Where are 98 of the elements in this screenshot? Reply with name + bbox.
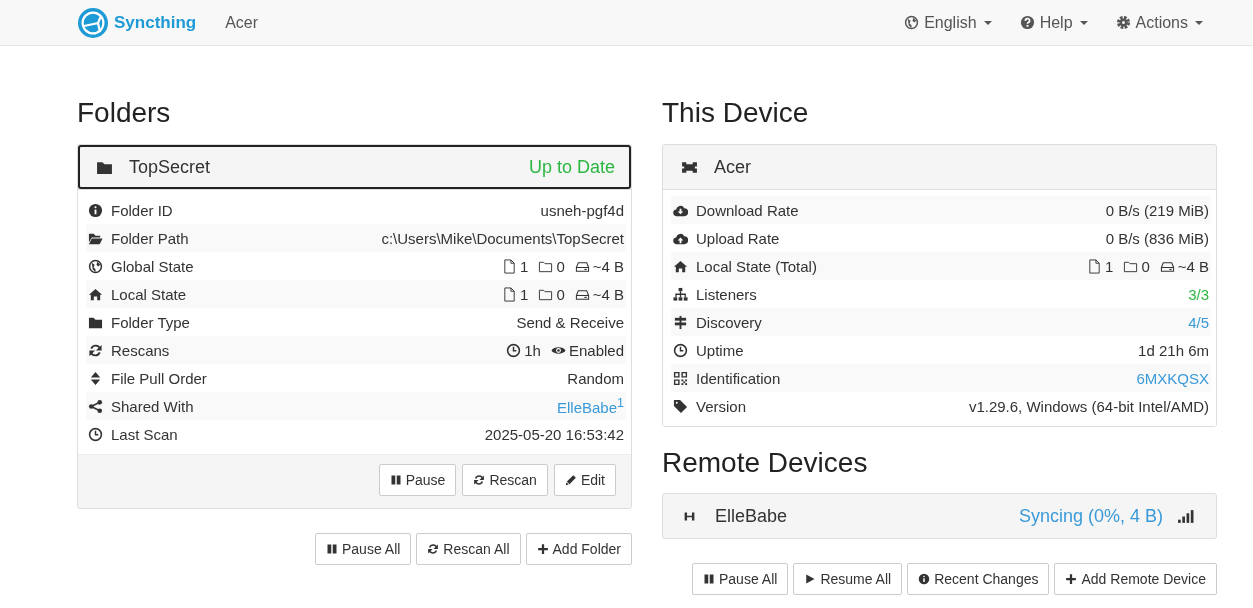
signal-icon: [1177, 507, 1194, 525]
devices-action-button[interactable]: Recent Changes: [907, 563, 1050, 595]
remote-device-panel[interactable]: ElleBabe Syncing (0%, 4 B): [662, 493, 1217, 539]
file-icon: [1087, 258, 1103, 274]
clock-icon: [88, 426, 103, 442]
globe-icon: [88, 258, 103, 274]
pencil-icon: [564, 474, 577, 486]
row-label: File Pull Order: [111, 369, 208, 387]
section-heading: Remote Devices: [662, 446, 869, 480]
row-value: c:\Users\Mike\Documents\TopSecret: [381, 229, 624, 247]
refresh-icon: [427, 543, 440, 555]
file-count: 1: [520, 257, 529, 275]
folder-action-button[interactable]: Pause: [378, 464, 457, 496]
size-value: ~4 B: [592, 285, 624, 303]
remote-device-name: ElleBabe: [715, 505, 789, 527]
logo-icon: [77, 6, 109, 39]
row-label: Global State: [111, 257, 195, 275]
refresh-icon: [473, 474, 486, 486]
server-icon: [683, 509, 696, 523]
section-heading: Folders: [77, 96, 172, 130]
info-icon: [88, 202, 103, 218]
nav-menu[interactable]: Help: [1019, 13, 1088, 32]
folder-header[interactable]: TopSecret Up to Date: [78, 145, 631, 189]
folder-action-button[interactable]: Rescan: [462, 464, 548, 496]
watcher-status: Enabled: [568, 341, 624, 359]
row-label: Identification: [696, 369, 782, 387]
size-value: ~4 B: [1177, 257, 1209, 275]
qr-code-icon: [673, 370, 688, 386]
pause-icon: [703, 573, 715, 585]
play-icon: [804, 573, 817, 585]
row-value: Random: [567, 369, 624, 387]
row-value: Send & Receive: [516, 313, 624, 331]
globe-icon: [904, 15, 920, 30]
row-label: Upload Rate: [696, 229, 781, 247]
home-icon: [673, 258, 688, 274]
folder-count: 0: [556, 257, 565, 275]
folders-action-button[interactable]: Add Folder: [525, 533, 632, 565]
rescan-interval: 1h: [524, 341, 541, 359]
row-value: v1.29.6, Windows (64-bit Intel/AMD): [968, 397, 1209, 415]
row-label: Folder ID: [111, 201, 174, 219]
sort-icon: [88, 370, 103, 386]
row-value: 2025-05-20 16:53:42: [484, 425, 624, 443]
devices-action-button[interactable]: Resume All: [793, 563, 903, 595]
row-label: Shared With: [111, 397, 195, 415]
size-value: ~4 B: [592, 257, 624, 275]
row-label: Folder Path: [111, 229, 190, 247]
pause-icon: [389, 474, 402, 486]
folder-count: 0: [556, 285, 565, 303]
folders-action-button[interactable]: Pause All: [315, 533, 412, 565]
folders-action-button[interactable]: Rescan All: [416, 533, 521, 565]
caret-icon: [1079, 20, 1088, 25]
file-count: 1: [520, 285, 529, 303]
home-icon: [88, 286, 103, 302]
nav-menu[interactable]: English: [904, 13, 992, 32]
folder-count: 0: [1141, 257, 1150, 275]
file-icon: [502, 258, 518, 274]
row-value: 3/3: [1188, 285, 1209, 303]
caret-icon: [1195, 20, 1203, 25]
devices-action-button[interactable]: Pause All: [692, 563, 789, 595]
row-value: 1d 21h 6m: [1138, 341, 1209, 359]
row-label: Discovery: [696, 313, 763, 331]
share-icon: [88, 398, 103, 414]
row-label: Listeners: [696, 285, 758, 303]
row-label: Download Rate: [696, 201, 800, 219]
device-name: Acer: [225, 13, 259, 32]
info-icon: [918, 573, 931, 585]
caret-icon: [983, 20, 992, 25]
settings-icon: [1115, 15, 1131, 30]
nav-menu[interactable]: Actions: [1115, 13, 1203, 32]
row-label: Local State: [111, 285, 188, 303]
section-heading: This Device: [662, 96, 810, 130]
row-label: Last Scan: [111, 425, 179, 443]
remote-device-status: Syncing (0%, 4 B): [1018, 505, 1163, 527]
device-name: Acer: [714, 156, 752, 178]
row-value: 0 B/s (219 MiB): [1105, 201, 1209, 219]
plus-icon: [536, 543, 549, 555]
file-icon: [502, 286, 518, 302]
row-label: Uptime: [696, 341, 745, 359]
refresh-icon: [88, 342, 103, 358]
signpost-icon: [673, 314, 688, 330]
row-value: 0 B/s (836 MiB): [1105, 229, 1209, 247]
help-icon: [1019, 15, 1035, 30]
clock-icon: [673, 342, 688, 358]
row-label: Version: [696, 397, 748, 415]
clock-icon: [506, 342, 522, 358]
row-label: Folder Type: [111, 313, 191, 331]
row-label: Rescans: [111, 341, 171, 359]
folder-status: Up to Date: [528, 156, 615, 178]
folder-name: TopSecret: [129, 156, 212, 178]
devices-action-button[interactable]: Add Remote Device: [1054, 563, 1217, 595]
sitemap-icon: [673, 286, 688, 302]
file-count: 1: [1105, 257, 1114, 275]
row-label: Local State (Total): [696, 257, 818, 275]
tag-icon: [673, 398, 688, 414]
folder-action-button[interactable]: Edit: [553, 464, 616, 496]
pause-icon: [326, 543, 338, 555]
plus-icon: [1065, 573, 1078, 585]
row-value: usneh-pgf4d: [540, 201, 624, 219]
